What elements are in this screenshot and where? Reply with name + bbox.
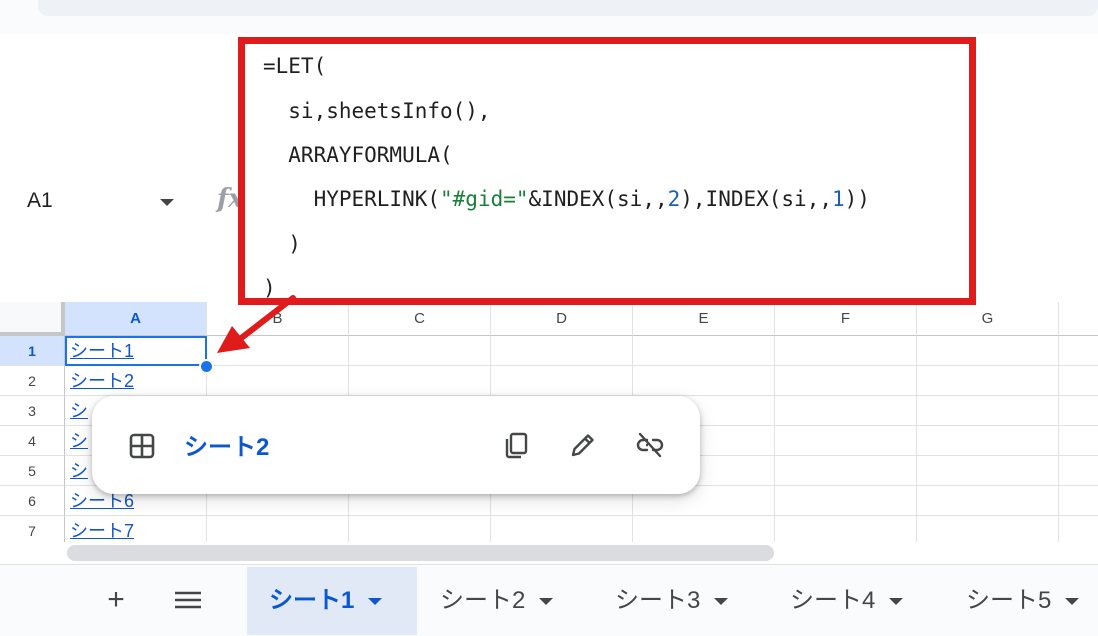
- formula-line-4: HYPERLINK("#gid="&INDEX(si,,2),INDEX(si,…: [263, 187, 870, 211]
- edit-link-button[interactable]: [563, 425, 603, 465]
- cell-a2-link[interactable]: シート2: [70, 366, 134, 396]
- column-header-h[interactable]: [1059, 302, 1098, 336]
- sheet-tab-bar: + シート1 シート2 シート3 シート4 シート5: [0, 564, 1098, 636]
- formula-token: )): [844, 187, 870, 211]
- name-box[interactable]: A1: [27, 189, 53, 213]
- name-box-dropdown-icon[interactable]: [160, 199, 174, 206]
- chevron-down-icon[interactable]: [889, 598, 904, 606]
- row-header-3[interactable]: 3: [0, 396, 65, 426]
- grid-icon: [129, 433, 155, 459]
- formula-number: 2: [667, 187, 681, 211]
- formula-line-3: ARRAYFORMULA(: [263, 143, 453, 167]
- sheet-tab-3[interactable]: シート3: [593, 567, 767, 635]
- column-header-c[interactable]: C: [349, 302, 491, 336]
- formula-token: ),INDEX(si,,: [680, 187, 832, 211]
- horizontal-scrollbar[interactable]: [0, 542, 1098, 564]
- row-header-4[interactable]: 4: [0, 426, 65, 456]
- sheet-tab-label: シート3: [615, 587, 701, 614]
- pencil-icon: [571, 434, 594, 457]
- column-header-d[interactable]: D: [491, 302, 633, 336]
- column-header-b[interactable]: B: [207, 302, 349, 336]
- sheet-tab-label: シート4: [790, 587, 876, 614]
- menu-icon: [175, 591, 201, 609]
- copy-icon: [505, 432, 528, 459]
- row-header-1[interactable]: 1: [0, 336, 65, 366]
- column-header-g[interactable]: G: [917, 302, 1059, 336]
- select-all-corner[interactable]: [0, 302, 65, 336]
- row-header-2[interactable]: 2: [0, 366, 65, 396]
- add-sheet-button[interactable]: +: [96, 581, 136, 621]
- remove-link-button[interactable]: [630, 425, 670, 465]
- toolbar-pill: [38, 0, 1098, 16]
- link-off-icon: [636, 432, 664, 458]
- chevron-down-icon[interactable]: [1065, 598, 1080, 606]
- cell-a3-link[interactable]: シ: [70, 396, 88, 426]
- formula-line-5: ): [263, 232, 301, 256]
- formula-line-1: =LET(: [263, 54, 327, 78]
- formula-line-6: ): [263, 276, 276, 300]
- all-sheets-button[interactable]: [168, 581, 208, 621]
- scrollbar-thumb[interactable]: [67, 545, 774, 561]
- formula-token: HYPERLINK(: [263, 187, 441, 211]
- cell-a4-link[interactable]: シ: [70, 426, 88, 456]
- sheet-tab-label: シート2: [440, 587, 526, 614]
- formula-token: &INDEX(si,,: [528, 187, 668, 211]
- cell-a5-link[interactable]: シ: [70, 456, 88, 486]
- row-header-5[interactable]: 5: [0, 456, 65, 486]
- column-header-a[interactable]: A: [65, 302, 207, 336]
- sheet-tab-2[interactable]: シート2: [418, 567, 592, 635]
- sheet-tab-5[interactable]: シート5: [944, 567, 1098, 635]
- fill-handle[interactable]: [199, 359, 214, 374]
- popup-link-text[interactable]: シート2: [184, 427, 269, 462]
- row-header-6[interactable]: 6: [0, 486, 65, 516]
- formula-line-2: si,sheetsInfo(),: [263, 99, 491, 123]
- chevron-down-icon[interactable]: [368, 598, 383, 606]
- formula-number: 1: [831, 187, 845, 211]
- formula-callout: =LET( si,sheetsInfo(), ARRAYFORMULA( HYP…: [238, 37, 976, 305]
- plus-icon: +: [107, 583, 125, 616]
- sheet-tab-1[interactable]: シート1: [247, 567, 417, 635]
- sheet-tab-label: シート5: [966, 587, 1052, 614]
- link-preview-popup: シート2: [92, 396, 700, 494]
- chevron-down-icon[interactable]: [539, 598, 554, 606]
- sheet-tab-label: シート1: [269, 587, 355, 614]
- column-header-e[interactable]: E: [633, 302, 775, 336]
- formula-string: "#gid=": [440, 187, 529, 211]
- column-header-f[interactable]: F: [775, 302, 917, 336]
- chevron-down-icon[interactable]: [714, 598, 729, 606]
- sheet-tab-4[interactable]: シート4: [768, 567, 942, 635]
- selected-cell-a1[interactable]: [65, 336, 207, 366]
- copy-link-button[interactable]: [496, 425, 536, 465]
- toolbar-strip: [0, 0, 1098, 34]
